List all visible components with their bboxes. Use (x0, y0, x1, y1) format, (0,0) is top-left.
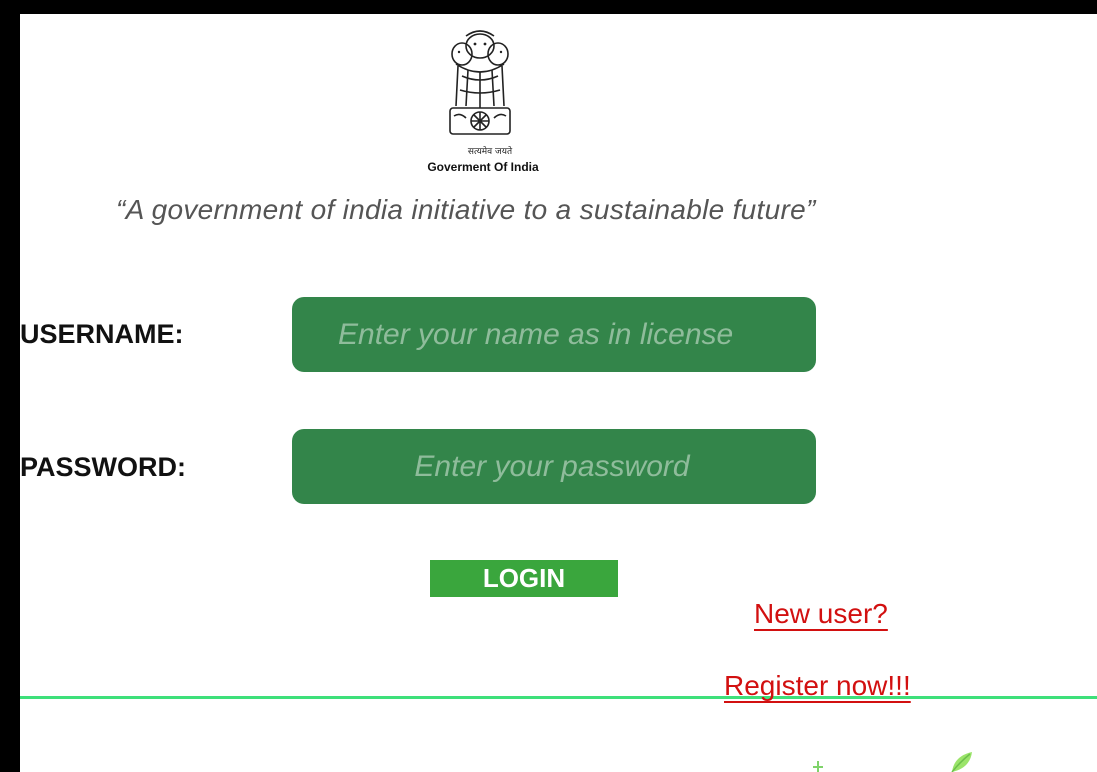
tagline: “A government of india initiative to a s… (116, 194, 816, 225)
new-user-link[interactable]: New user? (754, 598, 888, 630)
register-now-link[interactable]: Register now!!! (724, 670, 911, 702)
emblem-motto: सत्यमेव जयते (467, 147, 513, 157)
divider-line (20, 696, 1097, 699)
password-label: PASSWORD: (20, 452, 186, 482)
login-page: सत्यमेव जयते Goverment Of India “A gover… (20, 14, 1097, 772)
username-label: USERNAME: (20, 319, 184, 349)
login-button[interactable]: LOGIN (430, 560, 618, 597)
username-input[interactable] (292, 297, 816, 372)
leaf-icon (813, 761, 823, 772)
password-input[interactable] (292, 429, 816, 504)
government-label: Goverment Of India (427, 160, 539, 174)
national-emblem-icon (449, 30, 511, 135)
leaf-icon (951, 752, 972, 772)
